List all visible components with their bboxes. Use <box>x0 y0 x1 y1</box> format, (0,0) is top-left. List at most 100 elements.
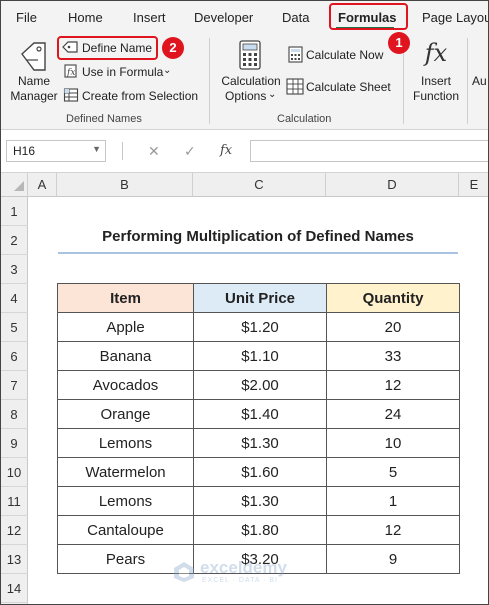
insert-function-fx-icon[interactable]: fx <box>220 143 232 158</box>
row-headers: 1 2 3 4 5 6 7 8 9 10 11 12 13 14 <box>0 197 28 605</box>
tab-file[interactable]: File <box>16 10 37 25</box>
formula-input[interactable] <box>250 140 489 162</box>
calculation-options-label-line1: Calculation <box>221 74 281 88</box>
cell-item[interactable]: Watermelon <box>57 457 194 487</box>
cell-unit-price[interactable]: $1.40 <box>193 399 327 429</box>
table-row: Banana $1.10 33 <box>57 341 460 371</box>
cell-unit-price[interactable]: $1.30 <box>193 486 327 516</box>
name-manager-icon <box>21 42 46 71</box>
ribbon-separator <box>467 38 468 124</box>
calculate-sheet-icon <box>286 78 304 95</box>
row-header[interactable]: 1 <box>0 197 28 226</box>
calculate-sheet-label: Calculate Sheet <box>306 80 391 94</box>
menu-bar: File Home Insert Developer Data Formulas… <box>0 0 489 34</box>
table-row: Apple $1.20 20 <box>57 312 460 342</box>
column-header-a[interactable]: A <box>28 173 57 197</box>
cell-unit-price[interactable]: $2.00 <box>193 370 327 400</box>
table-row: Avocados $2.00 12 <box>57 370 460 400</box>
cell-unit-price[interactable]: $1.20 <box>193 312 327 342</box>
row-header[interactable]: 10 <box>0 458 28 487</box>
select-all-corner[interactable] <box>0 173 28 197</box>
row-header[interactable]: 13 <box>0 545 28 574</box>
calculator-icon <box>239 40 261 70</box>
row-header[interactable]: 11 <box>0 487 28 516</box>
tab-page-layout[interactable]: Page Layout <box>422 10 489 25</box>
cell-quantity[interactable]: 5 <box>326 457 460 487</box>
row-header[interactable]: 9 <box>0 429 28 458</box>
exceldemy-logo-icon <box>174 562 194 582</box>
cell-item[interactable]: Lemons <box>57 486 194 516</box>
tab-home[interactable]: Home <box>68 10 103 25</box>
cell-item[interactable]: Orange <box>57 399 194 429</box>
insert-function-label-line2: Function <box>412 89 460 103</box>
sheet-title[interactable]: Performing Multiplication of Defined Nam… <box>58 228 458 245</box>
name-manager-label-line1: Name <box>17 74 50 88</box>
table-row: Lemons $1.30 10 <box>57 428 460 458</box>
highlight-define-name <box>57 36 158 60</box>
chevron-down-icon[interactable]: ▼ <box>92 144 101 154</box>
cell-quantity[interactable]: 33 <box>326 341 460 371</box>
row-header[interactable]: 12 <box>0 516 28 545</box>
column-header-b[interactable]: B <box>57 173 193 197</box>
autosum-label-clipped[interactable]: Au <box>472 74 487 88</box>
row-header[interactable]: 8 <box>0 400 28 429</box>
row-header[interactable]: 6 <box>0 342 28 371</box>
tab-insert[interactable]: Insert <box>133 10 166 25</box>
table-row: Orange $1.40 24 <box>57 399 460 429</box>
name-manager-label-line2: Manager <box>10 89 58 103</box>
grid-selection-icon <box>63 88 79 102</box>
cell-unit-price[interactable]: $1.80 <box>193 515 327 545</box>
name-box[interactable]: H16 ▼ <box>6 140 106 162</box>
cell-item[interactable]: Banana <box>57 341 194 371</box>
cell-quantity[interactable]: 1 <box>326 486 460 516</box>
watermark-name: exceldemy <box>200 558 287 577</box>
column-header-e[interactable]: E <box>459 173 489 197</box>
row-header[interactable]: 2 <box>0 226 28 255</box>
row-header[interactable]: 14 <box>0 574 28 603</box>
cell-quantity[interactable]: 12 <box>326 370 460 400</box>
calculate-now-label: Calculate Now <box>306 48 384 62</box>
calculation-group-label: Calculation <box>277 113 332 125</box>
chevron-down-icon: ⌄ <box>163 65 172 76</box>
cell-unit-price[interactable]: $1.60 <box>193 457 327 487</box>
tab-developer[interactable]: Developer <box>194 10 253 25</box>
calculate-now-icon <box>288 46 303 63</box>
cell-item[interactable]: Avocados <box>57 370 194 400</box>
formula-bar: H16 ▼ ✕ ✓ fx <box>0 134 489 170</box>
header-item[interactable]: Item <box>57 283 194 313</box>
header-quantity[interactable]: Quantity <box>326 283 460 313</box>
step-badge-2: 2 <box>162 37 184 59</box>
calculation-options-label-line2: Options <box>225 89 267 103</box>
cell-unit-price[interactable]: $1.10 <box>193 341 327 371</box>
create-from-selection-label: Create from Selection <box>82 89 199 103</box>
column-header-d[interactable]: D <box>326 173 459 197</box>
header-unit-price[interactable]: Unit Price <box>193 283 327 313</box>
highlight-formulas-tab <box>329 3 408 30</box>
cell-quantity[interactable]: 20 <box>326 312 460 342</box>
cell-quantity[interactable]: 24 <box>326 399 460 429</box>
column-header-c[interactable]: C <box>193 173 326 197</box>
enter-check-icon[interactable]: ✓ <box>184 143 196 160</box>
cancel-icon[interactable]: ✕ <box>148 143 160 160</box>
name-box-value: H16 <box>13 144 36 158</box>
table-row: Watermelon $1.60 5 <box>57 457 460 487</box>
cell-quantity[interactable]: 9 <box>326 544 460 574</box>
formula-bar-separator <box>122 142 123 160</box>
cell-quantity[interactable]: 12 <box>326 515 460 545</box>
insert-function-label-line1: Insert <box>420 74 451 88</box>
row-header[interactable]: 4 <box>0 284 28 313</box>
table-row: Lemons $1.30 1 <box>57 486 460 516</box>
row-header[interactable]: 3 <box>0 255 28 284</box>
cell-item[interactable]: Apple <box>57 312 194 342</box>
cell-item[interactable]: Lemons <box>57 428 194 458</box>
select-all-icon <box>14 181 24 191</box>
cell-item[interactable]: Cantaloupe <box>57 515 194 545</box>
cell-unit-price[interactable]: $1.30 <box>193 428 327 458</box>
use-in-formula-icon: fx <box>64 64 77 78</box>
cell-quantity[interactable]: 10 <box>326 428 460 458</box>
tab-data[interactable]: Data <box>282 10 309 25</box>
row-header[interactable]: 5 <box>0 313 28 342</box>
svg-text:fx: fx <box>66 68 75 78</box>
ribbon-separator <box>209 38 210 124</box>
row-header[interactable]: 7 <box>0 371 28 400</box>
